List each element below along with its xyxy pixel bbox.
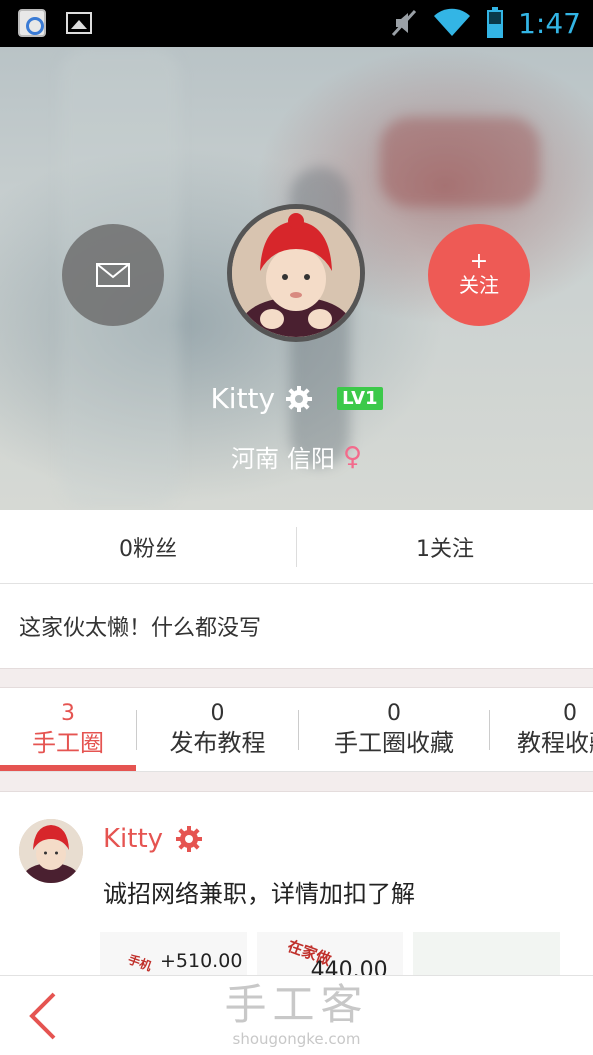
profile-header: + 关注 Kitty LV1 河南 信阳 ♀ — [0, 47, 593, 510]
tab-count: 0 — [210, 701, 225, 726]
post-image[interactable]: 手机 +510.00 — [100, 932, 247, 975]
tab-count: 3 — [61, 701, 75, 726]
section-gap — [0, 772, 593, 792]
tab-count: 0 — [563, 701, 577, 726]
plus-icon: + — [469, 249, 489, 274]
envelope-icon — [96, 263, 130, 287]
image-notification-icon — [66, 12, 92, 34]
back-arrow-icon[interactable] — [24, 990, 64, 1042]
brand-url: shougongke.com — [232, 1030, 361, 1048]
province-text: 河南 — [230, 445, 279, 473]
bottom-bar: 手工客 shougongke.com — [0, 975, 593, 1055]
divider — [489, 710, 490, 750]
level-badge: LV1 — [337, 387, 383, 410]
tab-handcraft-circle[interactable]: 3 手工圈 — [0, 688, 136, 771]
thumb-amount: 440.00 — [310, 958, 388, 975]
content-tabs: 3 手工圈 0 发布教程 0 手工圈收藏 0 教程收藏 — [0, 688, 593, 772]
active-tab-indicator — [0, 765, 136, 771]
tab-count: 0 — [387, 701, 401, 726]
post-author-row: Kitty — [103, 824, 203, 854]
name-row: Kitty LV1 — [0, 382, 593, 415]
battery-icon — [487, 7, 504, 38]
post-item[interactable]: Kitty 诚招网络兼职，详情加扣了解 手机 +510.00 在家做 440.0… — [0, 792, 593, 975]
tab-circle-favorites[interactable]: 0 手工圈收藏 — [299, 688, 489, 771]
city-text: 信阳 — [286, 445, 335, 473]
tab-label: 教程收藏 — [517, 729, 593, 757]
app-notification-icon — [18, 9, 46, 37]
brand-name: 手工客 — [224, 980, 369, 1029]
post-text: 诚招网络兼职，详情加扣了解 — [103, 880, 415, 908]
section-gap — [0, 668, 593, 688]
profile-name: Kitty — [210, 382, 276, 415]
female-icon: ♀ — [342, 441, 363, 472]
bio-text: 这家伙太懒！什么都没写 — [0, 584, 593, 668]
thumb-stamp: 手机 — [126, 952, 154, 974]
follow-button[interactable]: + 关注 — [428, 224, 530, 326]
follow-label: 关注 — [459, 273, 499, 297]
mute-icon — [392, 9, 417, 37]
wifi-icon — [434, 8, 471, 37]
clock: 1:47 — [518, 6, 581, 40]
post-image[interactable] — [413, 932, 561, 975]
brand-watermark: 手工客 shougongke.com — [0, 980, 593, 1048]
message-button[interactable] — [62, 224, 164, 326]
gear-icon — [176, 826, 203, 852]
profile-avatar[interactable] — [227, 204, 365, 342]
location-row: 河南 信阳 ♀ — [0, 439, 593, 474]
tab-tutorial-favorites[interactable]: 0 教程收藏 — [517, 688, 593, 771]
stats-bar: 0粉丝 1关注 — [0, 510, 593, 584]
post-images: 手机 +510.00 在家做 440.00 — [100, 932, 561, 975]
status-bar: 1:47 — [0, 0, 593, 47]
tab-label: 手工圈收藏 — [334, 729, 454, 757]
gear-icon — [286, 385, 313, 412]
post-avatar[interactable] — [19, 819, 83, 883]
tab-label: 发布教程 — [169, 729, 266, 757]
following-count[interactable]: 1关注 — [297, 531, 593, 563]
tab-label: 手工圈 — [32, 729, 104, 757]
fans-count[interactable]: 0粉丝 — [0, 531, 296, 563]
post-image[interactable]: 在家做 440.00 — [256, 932, 404, 975]
tab-published-tutorials[interactable]: 0 发布教程 — [137, 688, 298, 771]
thumb-amount: +510.00 — [160, 950, 243, 972]
post-author-name[interactable]: Kitty — [103, 824, 163, 854]
